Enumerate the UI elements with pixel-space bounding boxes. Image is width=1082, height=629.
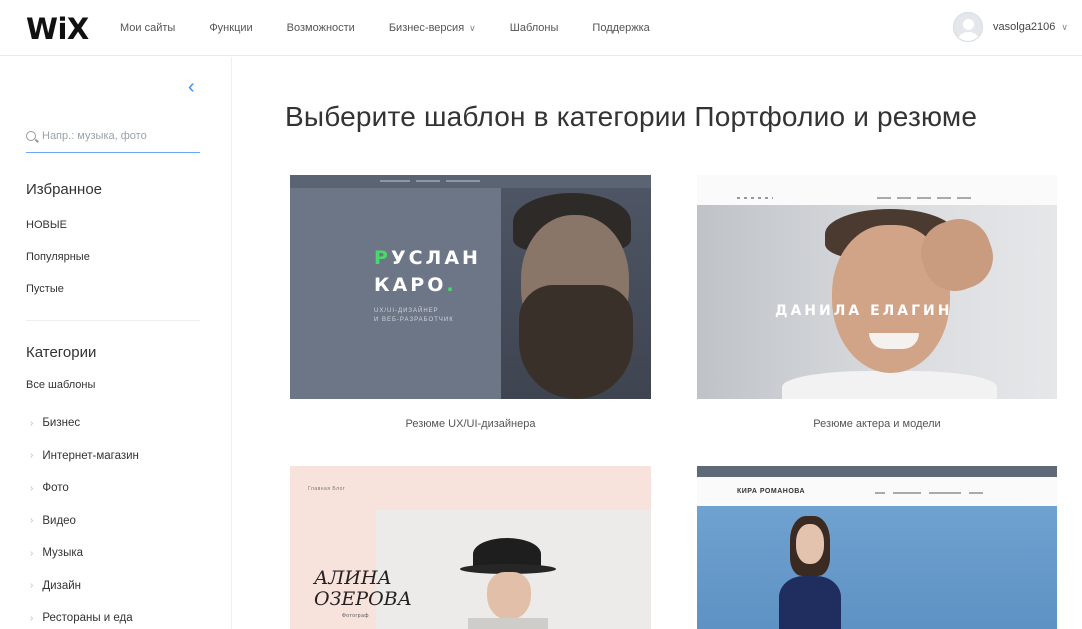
favorites-blank[interactable]: Пустые bbox=[26, 283, 64, 295]
chevron-right-icon: › bbox=[30, 547, 34, 559]
chevron-right-icon: › bbox=[30, 515, 34, 527]
template-caption[interactable]: Резюме актера и модели bbox=[697, 418, 1057, 430]
category-label: Видео bbox=[42, 514, 76, 527]
chevron-right-icon: › bbox=[30, 482, 34, 494]
nav-support[interactable]: Поддержка bbox=[592, 22, 649, 34]
search-box bbox=[26, 119, 200, 153]
category-music[interactable]: › Музыка bbox=[30, 537, 139, 570]
nav-templates[interactable]: Шаблоны bbox=[510, 22, 559, 34]
thumb-menu-bar bbox=[929, 492, 961, 494]
nav-label: Мои сайты bbox=[120, 22, 176, 34]
nav-capabilities[interactable]: Возможности bbox=[287, 22, 355, 34]
sidebar: ‹ Избранное НОВЫЕ Популярные Пустые Кате… bbox=[0, 57, 232, 629]
nav-label: Бизнес-версия bbox=[388, 22, 465, 34]
category-video[interactable]: › Видео bbox=[30, 505, 139, 538]
portrait-shirt bbox=[782, 371, 997, 399]
search-input[interactable] bbox=[42, 129, 192, 142]
thumb-menu-bar bbox=[897, 197, 911, 199]
chevron-right-icon: › bbox=[30, 450, 34, 462]
thumb-menu-bar bbox=[877, 197, 891, 199]
nav-label: Возможности bbox=[286, 22, 355, 34]
nav-label: Шаблоны bbox=[509, 22, 559, 34]
category-list: › Бизнес › Интернет-магазин › Фото › Видео ›… bbox=[30, 407, 139, 629]
thumb-name: АЛИНА ОЗЕРОВА bbox=[314, 567, 412, 610]
page-title: Выберите шаблон в категории Портфолио и … bbox=[285, 101, 978, 132]
category-business[interactable]: › Бизнес bbox=[30, 407, 139, 440]
portrait-beard bbox=[519, 285, 633, 399]
chevron-right-icon: › bbox=[30, 580, 34, 592]
thumb-name: КИРА РОМАНОВА bbox=[737, 488, 806, 495]
search-icon bbox=[26, 130, 36, 141]
thumb-logo-dots bbox=[737, 197, 773, 199]
thumb-menu-bar bbox=[957, 197, 971, 199]
category-label: Музыка bbox=[42, 547, 84, 560]
thumb-role: Фотограф bbox=[342, 613, 369, 619]
thumb-menu-bar bbox=[875, 492, 885, 494]
thumb-menu-bar bbox=[893, 492, 921, 494]
favorites-new[interactable]: НОВЫЕ bbox=[26, 219, 67, 231]
categories-heading: Категории bbox=[26, 344, 97, 361]
category-ecommerce[interactable]: › Интернет-магазин bbox=[30, 440, 139, 473]
portrait-dress bbox=[779, 576, 841, 629]
thumb-subtitle: UX/UI-ДИЗАЙНЕР И ВЕБ-РАЗРАБОТЧИК bbox=[374, 308, 454, 323]
portrait-face bbox=[487, 572, 531, 620]
template-caption[interactable]: Резюме UX/UI-дизайнера bbox=[290, 418, 651, 430]
category-design[interactable]: › Дизайн bbox=[30, 570, 139, 603]
category-label: Фото bbox=[42, 482, 69, 495]
template-thumbnail[interactable]: ДАНИЛА ЕЛАГИН bbox=[697, 175, 1057, 399]
thumb-nav: Главная Блог bbox=[308, 486, 346, 492]
nav-business[interactable]: Бизнес-версия ∨ bbox=[389, 22, 476, 34]
thumb-menu-bar bbox=[416, 180, 440, 182]
main-nav: Мои сайты Функции Возможности Бизнес-вер… bbox=[120, 0, 684, 56]
thumb-menu-bar bbox=[969, 492, 983, 494]
chevron-right-icon: › bbox=[30, 612, 34, 624]
thumb-header-strip bbox=[697, 466, 1057, 477]
chevron-right-icon: › bbox=[30, 417, 34, 429]
wix-logo[interactable]: WiX bbox=[26, 12, 89, 46]
category-label: Бизнес bbox=[42, 417, 81, 430]
nav-my-sites[interactable]: Мои сайты bbox=[120, 22, 175, 34]
category-restaurants[interactable]: › Рестораны и еда bbox=[30, 602, 139, 629]
thumb-header-strip bbox=[697, 175, 1057, 205]
template-thumbnail[interactable]: Главная Блог АЛИНА ОЗЕРОВА Фотограф bbox=[290, 466, 651, 629]
top-bar: WiX Мои сайты Функции Возможности Бизнес… bbox=[0, 0, 1082, 56]
portrait-face bbox=[796, 524, 824, 564]
thumb-menu-bar bbox=[937, 197, 951, 199]
category-label: Интернет-магазин bbox=[42, 449, 139, 462]
user-menu[interactable]: vasolga2106 ∨ bbox=[953, 12, 1068, 42]
thumb-name: РУСЛАН КАРО. bbox=[374, 247, 481, 296]
category-label: Дизайн bbox=[42, 579, 81, 592]
thumb-menu-bar bbox=[380, 180, 410, 182]
thumb-menu-bar bbox=[446, 180, 480, 182]
thumb-name: ДАНИЛА ЕЛАГИН bbox=[775, 303, 953, 319]
chevron-down-icon: ∨ bbox=[469, 22, 476, 33]
avatar-icon bbox=[953, 12, 984, 42]
nav-features[interactable]: Функции bbox=[209, 22, 252, 34]
thumb-menu-bar bbox=[917, 197, 931, 199]
username: vasolga2106 bbox=[993, 21, 1056, 33]
favorites-heading: Избранное bbox=[26, 181, 103, 198]
collapse-chevron-icon[interactable]: ‹ bbox=[188, 77, 195, 97]
portrait-background bbox=[697, 506, 1057, 629]
category-label: Рестораны и еда bbox=[42, 612, 133, 625]
template-thumbnail[interactable]: РУСЛАН КАРО. UX/UI-ДИЗАЙНЕР И ВЕБ-РАЗРАБ… bbox=[290, 175, 651, 399]
chevron-down-icon: ∨ bbox=[1061, 21, 1068, 32]
category-photo[interactable]: › Фото bbox=[30, 472, 139, 505]
nav-label: Поддержка bbox=[592, 22, 650, 34]
template-thumbnail[interactable]: КИРА РОМАНОВА bbox=[697, 466, 1057, 629]
divider bbox=[26, 320, 200, 321]
favorites-popular[interactable]: Популярные bbox=[26, 251, 90, 263]
nav-label: Функции bbox=[209, 22, 253, 34]
all-templates-link[interactable]: Все шаблоны bbox=[26, 379, 95, 391]
portrait-body bbox=[468, 618, 548, 629]
